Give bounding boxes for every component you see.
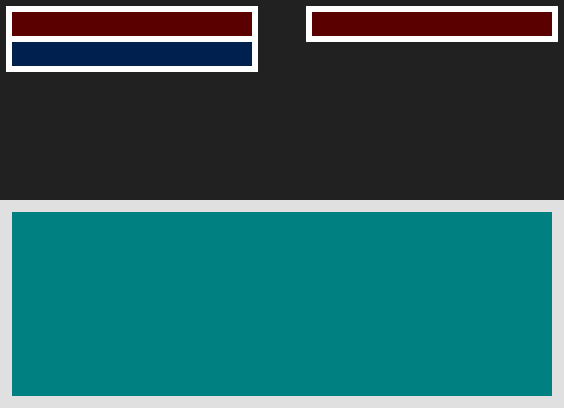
right-panel <box>306 6 558 42</box>
right-panel-bar-dark-red[interactable] <box>312 12 552 36</box>
top-region <box>0 0 564 200</box>
left-panel <box>6 6 258 72</box>
left-panel-bar-dark-red[interactable] <box>12 12 252 36</box>
bottom-region <box>0 200 564 408</box>
teal-content-area[interactable] <box>12 212 552 396</box>
left-panel-bar-navy[interactable] <box>12 42 252 66</box>
